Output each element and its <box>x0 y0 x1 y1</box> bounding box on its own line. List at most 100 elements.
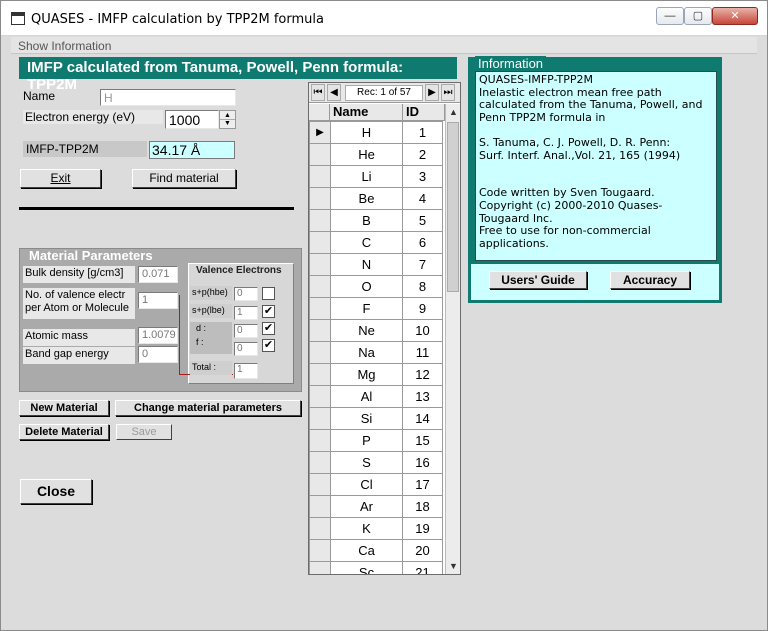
row-indicator[interactable] <box>309 385 331 408</box>
table-row[interactable]: N7 <box>309 253 443 276</box>
row-element-id[interactable]: 6 <box>402 231 443 254</box>
row-element-id[interactable]: 15 <box>402 429 443 452</box>
row-element-name[interactable]: Na <box>330 341 403 364</box>
menu-show-information[interactable]: Show Information <box>18 39 111 53</box>
table-row[interactable]: Na 11 <box>309 341 443 364</box>
users-guide-button[interactable]: Users' Guide <box>489 271 587 289</box>
table-row[interactable]: F9 <box>309 297 443 320</box>
row-indicator[interactable] <box>309 539 331 562</box>
table-row[interactable]: C6 <box>309 231 443 254</box>
row-indicator[interactable] <box>309 165 331 188</box>
row-element-name[interactable]: Ne <box>330 319 403 342</box>
table-row[interactable]: P 15 <box>309 429 443 452</box>
row-element-id[interactable]: 7 <box>402 253 443 276</box>
change-material-parameters-button[interactable]: Change material parameters <box>115 400 301 416</box>
d-input[interactable]: 0 <box>234 324 258 338</box>
energy-spinner[interactable]: ▲ ▼ <box>219 110 236 129</box>
sp-hbe-checkbox[interactable] <box>262 287 275 300</box>
row-indicator[interactable] <box>309 275 331 298</box>
save-button[interactable]: Save <box>116 424 172 440</box>
row-element-id[interactable]: 14 <box>402 407 443 430</box>
row-indicator[interactable] <box>309 473 331 496</box>
row-indicator[interactable] <box>309 429 331 452</box>
row-element-name[interactable]: Ar <box>330 495 403 518</box>
row-element-name[interactable]: O <box>330 275 403 298</box>
energy-input[interactable]: 1000 <box>165 110 219 129</box>
d-checkbox[interactable]: ✔ <box>262 322 275 335</box>
table-row[interactable]: O8 <box>309 275 443 298</box>
table-row[interactable]: K 19 <box>309 517 443 540</box>
row-element-name[interactable]: Cl <box>330 473 403 496</box>
row-element-id[interactable]: 3 <box>402 165 443 188</box>
name-field[interactable]: H <box>100 89 236 106</box>
row-element-id[interactable]: 18 <box>402 495 443 518</box>
table-row[interactable]: Li 3 <box>309 165 443 188</box>
row-element-id[interactable]: 5 <box>402 209 443 232</box>
element-grid[interactable]: ⏮ ◀ Rec: 1 of 57 ▶ ⏭ Name ID ▶ H 1 He 2 Li 3 Be… <box>308 82 461 575</box>
row-element-id[interactable]: 13 <box>402 385 443 408</box>
row-element-name[interactable]: Ca <box>330 539 403 562</box>
row-element-name[interactable]: P <box>330 429 403 452</box>
row-element-id[interactable]: 17 <box>402 473 443 496</box>
row-indicator[interactable]: ▶ <box>309 121 331 144</box>
bulk-density-input[interactable]: 0.071 <box>138 266 178 283</box>
row-element-id[interactable]: 16 <box>402 451 443 474</box>
spin-down-icon[interactable]: ▼ <box>220 120 235 128</box>
row-element-id[interactable]: 12 <box>402 363 443 386</box>
row-indicator[interactable] <box>309 407 331 430</box>
spin-up-icon[interactable]: ▲ <box>220 111 235 120</box>
column-header-name[interactable]: Name <box>330 104 403 121</box>
row-element-name[interactable]: B <box>330 209 403 232</box>
row-indicator[interactable] <box>309 209 331 232</box>
row-indicator[interactable] <box>309 451 331 474</box>
row-element-name[interactable]: He <box>330 143 403 166</box>
table-row[interactable]: Ca 20 <box>309 539 443 562</box>
table-row[interactable]: Be 4 <box>309 187 443 210</box>
scroll-down-icon[interactable]: ▼ <box>446 558 460 574</box>
sp-lbe-input[interactable]: 1 <box>234 306 258 320</box>
row-element-name[interactable]: S <box>330 451 403 474</box>
row-element-id[interactable]: 11 <box>402 341 443 364</box>
next-record-icon[interactable]: ▶ <box>425 84 439 101</box>
column-header-id[interactable]: ID <box>403 104 445 121</box>
row-indicator[interactable] <box>309 517 331 540</box>
delete-material-button[interactable]: Delete Material <box>19 424 109 440</box>
row-indicator[interactable] <box>309 253 331 276</box>
row-element-id[interactable]: 21 <box>402 561 443 574</box>
close-window-button[interactable]: ✕ <box>712 7 758 25</box>
table-row[interactable]: Sc 21 <box>309 561 443 574</box>
row-element-id[interactable]: 9 <box>402 297 443 320</box>
row-element-name[interactable]: Si <box>330 407 403 430</box>
grid-scrollbar[interactable]: ▲ ▼ <box>445 104 460 574</box>
f-input[interactable]: 0 <box>234 342 258 356</box>
table-row[interactable]: Mg 12 <box>309 363 443 386</box>
row-element-name[interactable]: K <box>330 517 403 540</box>
minimize-button[interactable]: — <box>656 7 684 25</box>
close-button[interactable]: Close <box>20 479 92 504</box>
table-row[interactable]: Al 13 <box>309 385 443 408</box>
table-row[interactable]: S 16 <box>309 451 443 474</box>
last-record-icon[interactable]: ⏭ <box>441 84 455 101</box>
row-indicator[interactable] <box>309 319 331 342</box>
exit-button[interactable]: Exit <box>20 169 101 188</box>
row-indicator[interactable] <box>309 341 331 364</box>
row-element-name[interactable]: Al <box>330 385 403 408</box>
valence-electrons-input[interactable]: 1 <box>138 292 178 309</box>
row-element-name[interactable]: H <box>330 121 403 144</box>
row-element-name[interactable]: F <box>330 297 403 320</box>
row-element-id[interactable]: 19 <box>402 517 443 540</box>
accuracy-button[interactable]: Accuracy <box>610 271 690 289</box>
sp-hbe-input[interactable]: 0 <box>234 287 258 301</box>
table-row[interactable]: Ar 18 <box>309 495 443 518</box>
first-record-icon[interactable]: ⏮ <box>311 84 325 101</box>
row-indicator[interactable] <box>309 495 331 518</box>
restore-button[interactable]: ▢ <box>684 7 712 25</box>
row-element-id[interactable]: 4 <box>402 187 443 210</box>
row-element-id[interactable]: 10 <box>402 319 443 342</box>
table-row[interactable]: B5 <box>309 209 443 232</box>
table-row[interactable]: He 2 <box>309 143 443 166</box>
row-element-id[interactable]: 8 <box>402 275 443 298</box>
band-gap-input[interactable]: 0 <box>138 346 178 363</box>
row-indicator[interactable] <box>309 231 331 254</box>
find-material-button[interactable]: Find material <box>132 169 236 188</box>
